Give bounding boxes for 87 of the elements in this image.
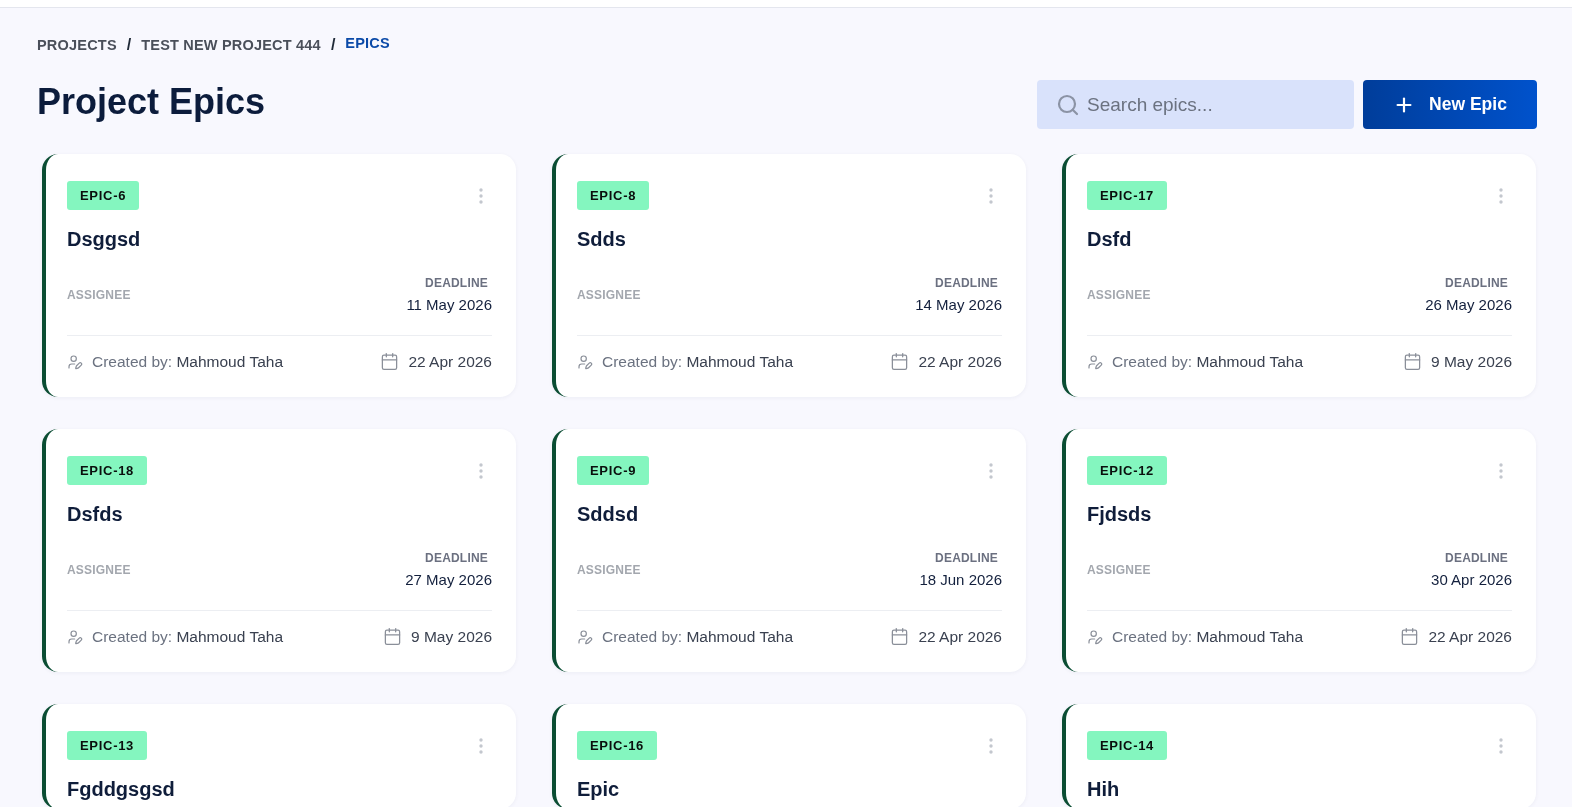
assignee-label: ASSIGNEE — [577, 287, 641, 302]
epic-key-badge: EPIC-9 — [577, 456, 650, 485]
deadline-label: DEADLINE — [425, 276, 488, 290]
epic-title: Dsfds — [67, 502, 124, 526]
created-by-text: Created by: Mahmoud Taha — [602, 352, 793, 371]
created-date: 22 Apr 2026 — [1428, 627, 1512, 646]
epic-title: Epic — [577, 777, 621, 801]
kebab-menu-icon[interactable] — [1499, 737, 1503, 754]
breadcrumb-link[interactable]: EPICS — [345, 35, 390, 51]
created-by-text: Created by: Mahmoud Taha — [602, 627, 793, 646]
kebab-menu-icon[interactable] — [989, 462, 993, 479]
user-edit-icon — [67, 628, 83, 645]
deadline-date: 14 May 2026 — [915, 296, 1002, 313]
assignee-label: ASSIGNEE — [1087, 562, 1151, 577]
created-by-text: Created by: Mahmoud Taha — [1112, 352, 1303, 371]
assignee-label: ASSIGNEE — [577, 562, 641, 577]
kebab-menu-icon[interactable] — [989, 737, 993, 754]
calendar-icon — [890, 352, 910, 371]
search-icon — [1056, 93, 1080, 117]
calendar-icon — [383, 627, 402, 646]
deadline-date: 27 May 2026 — [405, 571, 492, 588]
user-edit-icon — [577, 628, 593, 645]
epic-title: Fjdsds — [1087, 502, 1153, 526]
epic-key-badge: EPIC-14 — [1087, 731, 1168, 760]
deadline-date: 11 May 2026 — [406, 296, 492, 313]
epic-card[interactable]: EPIC-14 Hih — [1062, 704, 1536, 807]
epic-title: Dsggsd — [67, 227, 142, 251]
epic-title: Sddsd — [577, 502, 640, 526]
created-date: 9 May 2026 — [1431, 352, 1512, 371]
calendar-icon — [1400, 627, 1420, 646]
kebab-menu-icon[interactable] — [479, 187, 483, 204]
kebab-menu-icon[interactable] — [479, 462, 483, 479]
epic-card[interactable]: EPIC-9 Sddsd ASSIGNEE DEADLINE 18 Jun 2026 Created by: Mahmoud Taha 22 Apr 2026 — [552, 429, 1026, 672]
calendar-icon — [380, 352, 400, 371]
user-edit-icon — [1087, 353, 1103, 370]
epic-card[interactable]: EPIC-18 Dsfds ASSIGNEE DEADLINE 27 May 2026 Created by: Mahmoud Taha 9 May 2026 — [42, 429, 516, 672]
assignee-label: ASSIGNEE — [67, 562, 131, 577]
kebab-menu-icon[interactable] — [989, 187, 993, 204]
created-date: 22 Apr 2026 — [918, 352, 1002, 371]
calendar-icon — [1403, 352, 1422, 371]
new-epic-button[interactable]: New Epic — [1363, 80, 1537, 129]
epic-key-badge: EPIC-6 — [67, 181, 140, 210]
search-field[interactable]: Search epics... — [1037, 80, 1354, 129]
epic-card[interactable]: EPIC-17 Dsfd ASSIGNEE DEADLINE 26 May 2026 Created by: Mahmoud Taha 9 May 2026 — [1062, 154, 1536, 397]
created-date: 22 Apr 2026 — [918, 627, 1002, 646]
epic-key-badge: EPIC-18 — [67, 456, 148, 485]
deadline-label: DEADLINE — [935, 276, 998, 290]
deadline-label: DEADLINE — [1445, 551, 1508, 565]
deadline-label: DEADLINE — [425, 551, 488, 565]
epic-key-badge: EPIC-12 — [1087, 456, 1168, 485]
epic-card[interactable]: EPIC-12 Fjdsds ASSIGNEE DEADLINE 30 Apr 2026 Created by: Mahmoud Taha 22 Apr 2026 — [1062, 429, 1536, 672]
epic-title: Dsfd — [1087, 227, 1133, 251]
epic-card[interactable]: EPIC-16 Epic — [552, 704, 1026, 807]
breadcrumb-separator: / — [330, 36, 336, 54]
epic-title: Fgddgsgsd — [67, 777, 176, 801]
deadline-date: 18 Jun 2026 — [919, 571, 1002, 588]
kebab-menu-icon[interactable] — [479, 737, 483, 754]
epic-card[interactable]: EPIC-8 Sdds ASSIGNEE DEADLINE 14 May 2026 Created by: Mahmoud Taha 22 Apr 2026 — [552, 154, 1026, 397]
created-date: 9 May 2026 — [411, 627, 492, 646]
created-by-text: Created by: Mahmoud Taha — [92, 627, 283, 646]
calendar-icon — [890, 627, 910, 646]
epic-key-badge: EPIC-8 — [577, 181, 650, 210]
user-edit-icon — [577, 353, 593, 370]
page-title: Project Epics — [37, 79, 266, 124]
user-edit-icon — [67, 353, 83, 370]
kebab-menu-icon[interactable] — [1499, 187, 1503, 204]
created-by-text: Created by: Mahmoud Taha — [92, 352, 283, 371]
deadline-label: DEADLINE — [1445, 276, 1508, 290]
breadcrumb-separator: / — [126, 36, 132, 54]
kebab-menu-icon[interactable] — [1499, 462, 1503, 479]
user-edit-icon — [1087, 628, 1103, 645]
assignee-label: ASSIGNEE — [67, 287, 131, 302]
breadcrumb-link[interactable]: PROJECTS — [37, 37, 117, 53]
deadline-label: DEADLINE — [935, 551, 998, 565]
epic-title: Sdds — [577, 227, 627, 251]
deadline-date: 30 Apr 2026 — [1431, 571, 1512, 588]
epic-key-badge: EPIC-16 — [577, 731, 658, 760]
epic-key-badge: EPIC-17 — [1087, 181, 1168, 210]
breadcrumb-link[interactable]: TEST NEW PROJECT 444 — [141, 37, 321, 53]
assignee-label: ASSIGNEE — [1087, 287, 1151, 302]
epic-title: Hih — [1087, 777, 1121, 801]
epic-card[interactable]: EPIC-13 Fgddgsgsd — [42, 704, 516, 807]
created-date: 22 Apr 2026 — [408, 352, 492, 371]
deadline-date: 26 May 2026 — [1425, 296, 1512, 313]
created-by-text: Created by: Mahmoud Taha — [1112, 627, 1303, 646]
epic-key-badge: EPIC-13 — [67, 731, 148, 760]
epic-card[interactable]: EPIC-6 Dsggsd ASSIGNEE DEADLINE 11 May 2026 Created by: Mahmoud Taha 22 Apr 2026 — [42, 154, 516, 397]
